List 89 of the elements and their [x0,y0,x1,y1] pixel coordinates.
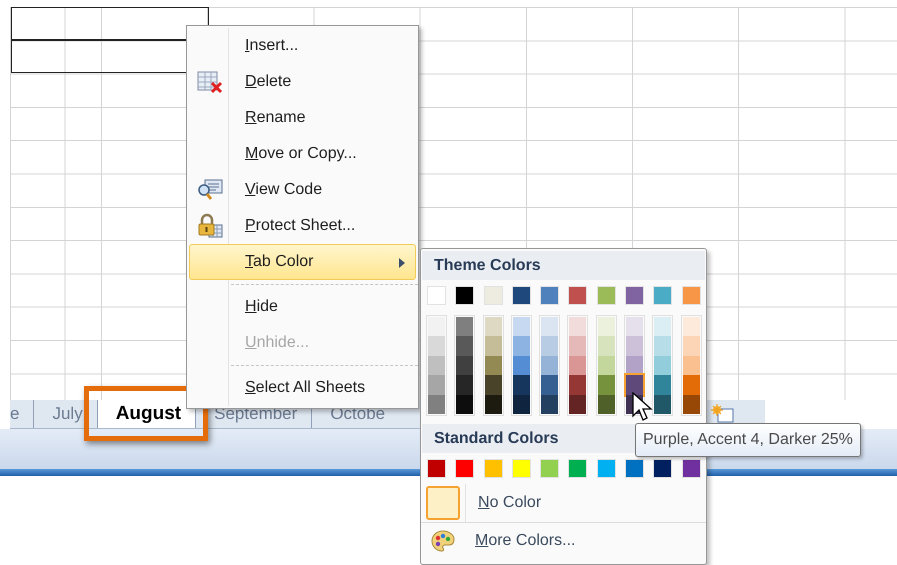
menu-item[interactable]: Insert... [189,28,416,64]
color-swatch[interactable] [626,336,644,356]
color-swatch[interactable] [596,458,616,478]
color-swatch[interactable] [598,336,615,356]
color-swatch[interactable] [540,458,560,478]
color-swatch[interactable] [653,286,672,305]
menu-item[interactable]: Move or Copy... [189,136,416,172]
color-swatch[interactable] [625,458,644,478]
color-swatch[interactable] [456,317,474,336]
menu-item[interactable]: Hide [189,289,416,325]
color-swatch[interactable] [484,336,502,356]
color-swatch[interactable] [456,336,474,356]
color-swatch[interactable] [654,317,672,336]
color-swatch[interactable] [541,394,558,414]
submenu-arrow-icon [399,258,405,268]
padlock-icon [197,213,223,239]
color-swatch[interactable] [541,317,558,336]
color-swatch[interactable] [427,458,446,478]
color-swatch[interactable] [455,286,474,305]
color-swatch[interactable] [456,394,474,414]
color-swatch[interactable] [569,336,586,356]
sheet-tab[interactable]: August [96,400,196,428]
color-swatch[interactable] [484,356,502,376]
color-swatch[interactable] [596,286,616,305]
color-swatch[interactable] [568,458,588,478]
color-swatch[interactable] [541,356,558,376]
color-swatch[interactable] [626,375,644,395]
color-swatch[interactable] [682,286,701,305]
color-swatch[interactable] [653,458,672,478]
menu-item[interactable]: No Color [478,494,542,512]
menu-item[interactable]: Tab Color [189,244,416,280]
color-swatch[interactable] [682,458,701,478]
menu-item[interactable]: Protect Sheet... [189,208,416,244]
color-swatch[interactable] [598,356,615,376]
menu-item[interactable]: Delete [189,64,416,100]
color-swatch[interactable] [598,394,615,414]
color-swatch[interactable] [654,394,672,414]
cursor-icon [632,392,654,424]
color-swatch[interactable] [484,458,503,478]
color-swatch[interactable] [541,375,558,395]
menu-item[interactable]: Rename [189,100,416,136]
color-swatch[interactable] [456,356,474,376]
delete-sheet-icon [197,70,223,94]
color-swatch[interactable] [484,286,503,305]
color-swatch[interactable] [428,394,445,414]
color-swatch[interactable] [512,356,530,376]
color-swatch[interactable] [598,317,615,336]
color-swatch[interactable] [428,375,445,395]
color-swatch[interactable] [540,286,560,305]
color-swatch[interactable] [625,286,644,305]
color-swatch[interactable] [569,375,586,395]
color-swatch[interactable] [484,375,502,395]
color-swatch[interactable] [512,375,530,395]
color-swatch[interactable] [512,286,531,305]
color-swatch[interactable] [682,394,700,414]
menu-item[interactable]: View Code [189,172,416,208]
color-swatch[interactable] [484,394,502,414]
color-swatch[interactable] [455,458,474,478]
tooltip: Purple, Accent 4, Darker 25% [635,423,861,457]
color-swatch[interactable] [428,336,445,356]
color-swatch[interactable] [654,356,672,376]
color-swatch[interactable] [626,317,644,336]
color-swatch[interactable] [682,356,700,376]
color-swatch[interactable] [682,336,700,356]
color-swatch[interactable] [568,286,588,305]
code-window-icon [197,179,223,201]
color-swatch[interactable] [682,317,700,336]
color-swatch[interactable] [512,336,530,356]
new-sheet-icon[interactable] [710,404,736,424]
color-swatch[interactable] [541,336,558,356]
color-swatch[interactable] [512,394,530,414]
section-header: Theme Colors [422,251,705,280]
color-swatch[interactable] [427,286,446,305]
no-color-swatch[interactable] [426,486,460,520]
color-swatch[interactable] [598,375,615,395]
color-swatch[interactable] [569,356,586,376]
color-swatch[interactable] [484,317,502,336]
color-swatch[interactable] [428,317,445,336]
color-swatch[interactable] [428,356,445,376]
color-swatch[interactable] [654,336,672,356]
color-swatch[interactable] [512,317,530,336]
color-swatch[interactable] [654,375,672,395]
menu-item[interactable]: More Colors... [475,532,576,550]
color-swatch[interactable] [569,394,586,414]
color-swatch[interactable] [456,375,474,395]
color-swatch[interactable] [682,375,700,395]
color-swatch[interactable] [512,458,531,478]
color-swatch[interactable] [569,317,586,336]
palette-icon [431,530,455,552]
